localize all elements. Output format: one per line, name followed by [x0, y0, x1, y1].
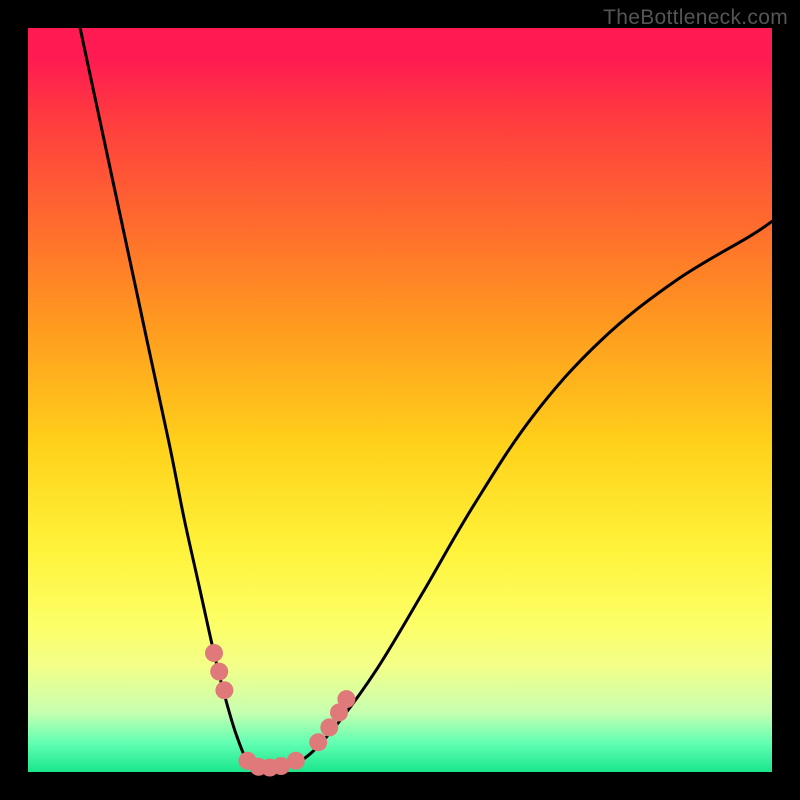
curve-marker	[205, 644, 223, 662]
curve-marker	[210, 663, 228, 681]
chart-frame: TheBottleneck.com	[0, 0, 800, 800]
curve-marker	[287, 752, 305, 770]
curve-marker	[320, 718, 338, 736]
curve-marker	[215, 681, 233, 699]
curve-marker	[309, 733, 327, 751]
bottleneck-curve	[80, 28, 772, 767]
watermark-text: TheBottleneck.com	[603, 6, 788, 30]
plot-area	[28, 28, 772, 772]
curve-svg	[28, 28, 772, 772]
curve-marker	[337, 690, 355, 708]
